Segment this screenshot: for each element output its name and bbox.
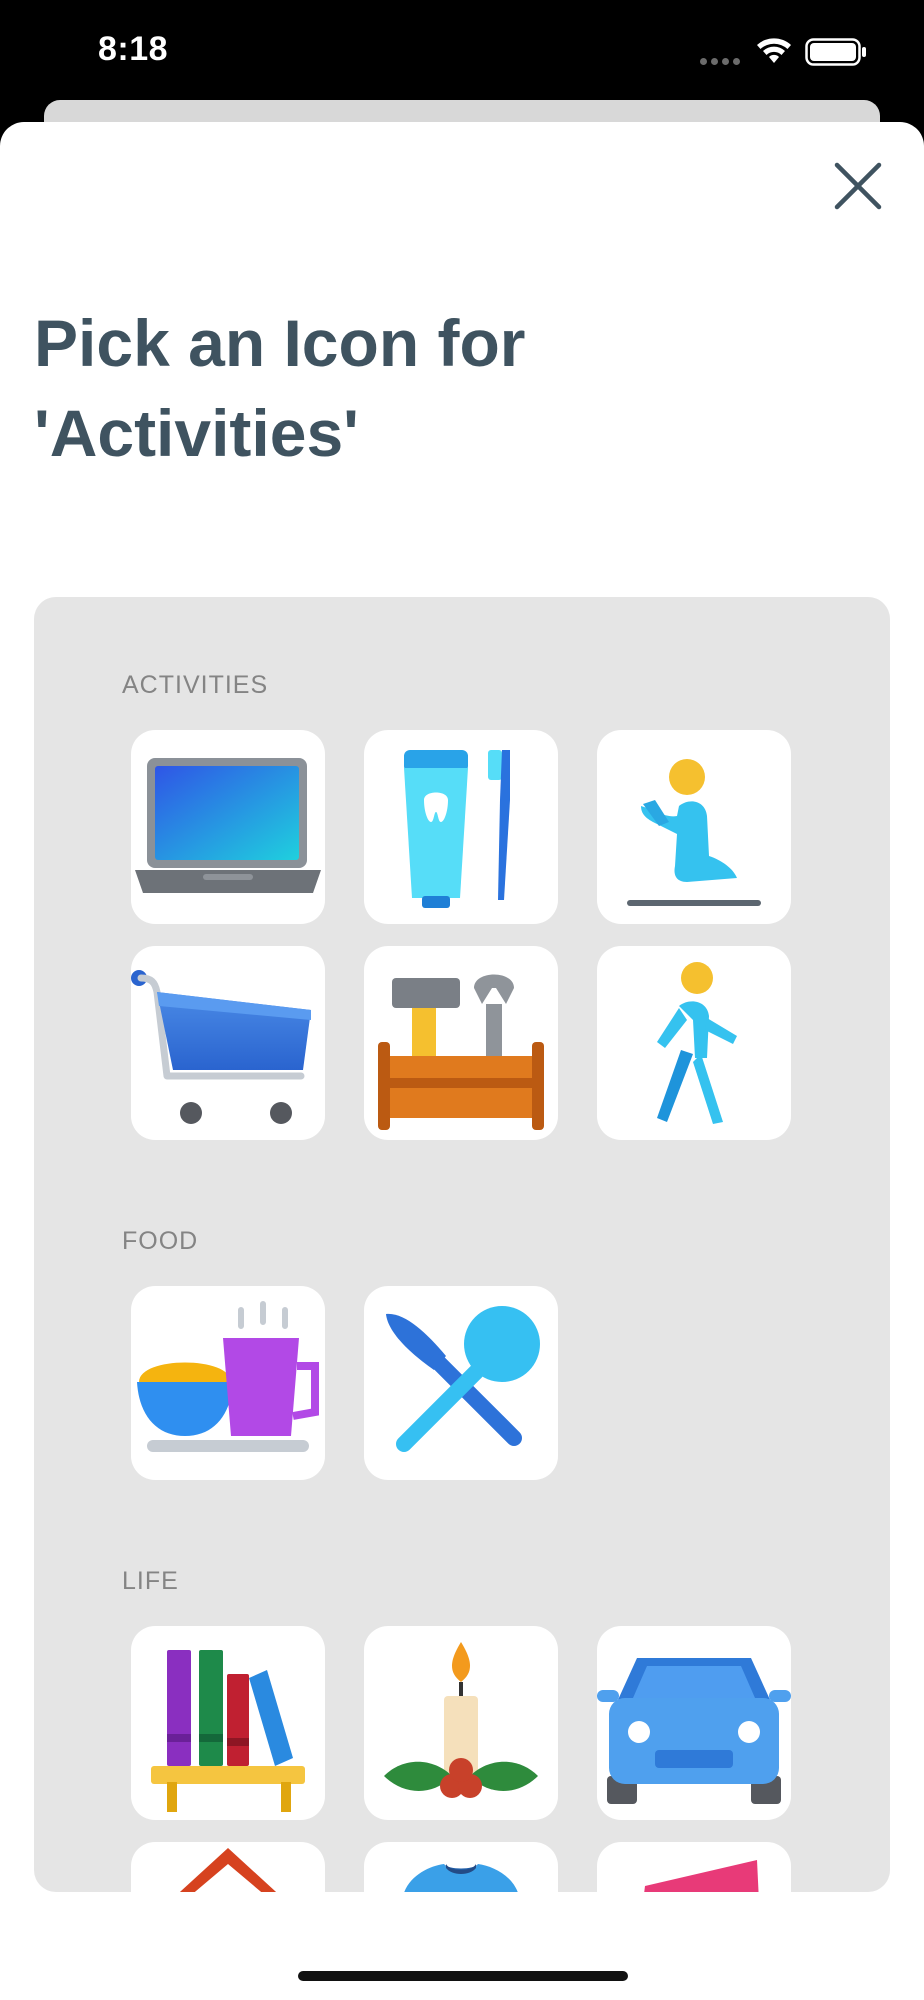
- section-label-activities: ACTIVITIES: [122, 671, 269, 699]
- icon-option-candle[interactable]: [364, 1626, 558, 1820]
- house-icon: [179, 1848, 277, 1892]
- section-label-life: LIFE: [122, 1567, 179, 1595]
- toolbox-icon: [378, 974, 544, 1130]
- icon-option-bookshelf[interactable]: [131, 1626, 325, 1820]
- icon-option-breakfast[interactable]: [131, 1286, 325, 1480]
- icon-option-house[interactable]: [131, 1842, 325, 1892]
- section-label-food: FOOD: [122, 1227, 199, 1255]
- title-line-1: Pick an Icon for: [34, 306, 526, 380]
- cellular-signal-icon: [700, 58, 742, 66]
- toothpaste-toothbrush-icon: [404, 750, 510, 908]
- tshirt-icon: [404, 1864, 518, 1892]
- walking-icon: [657, 962, 737, 1124]
- icon-option-prayer[interactable]: [597, 730, 791, 924]
- cutlery-icon: [386, 1306, 540, 1452]
- icon-option-laptop[interactable]: [131, 730, 325, 924]
- candle-icon: [384, 1642, 538, 1798]
- icon-option-shopping-cart[interactable]: [131, 946, 325, 1140]
- icon-option-toothpaste[interactable]: [364, 730, 558, 924]
- pink-icon: [644, 1860, 759, 1892]
- car-icon: [597, 1658, 791, 1804]
- icon-option-pink[interactable]: [597, 1842, 791, 1892]
- icon-option-toolbox[interactable]: [364, 946, 558, 1140]
- laptop-icon: [135, 758, 321, 893]
- status-time: 8:18: [98, 30, 169, 68]
- icon-option-tshirt[interactable]: [364, 1842, 558, 1892]
- shopping-cart-icon: [131, 970, 311, 1124]
- prayer-icon: [627, 759, 761, 906]
- status-bar: 8:18: [0, 0, 924, 100]
- page-title: Pick an Icon for 'Activities': [34, 298, 874, 478]
- icon-option-walking[interactable]: [597, 946, 791, 1140]
- icon-option-car[interactable]: [597, 1626, 791, 1820]
- bookshelf-icon: [151, 1650, 305, 1812]
- icon-grid-panel[interactable]: ACTIVITIES FOOD LIFE: [34, 597, 890, 1892]
- breakfast-icon: [137, 1301, 319, 1452]
- battery-icon: [805, 38, 866, 66]
- close-icon: [834, 162, 882, 210]
- title-line-2: 'Activities': [34, 396, 359, 470]
- close-button[interactable]: [826, 154, 890, 218]
- wifi-icon: [757, 38, 791, 63]
- home-indicator[interactable]: [298, 1971, 628, 1981]
- icon-option-cutlery[interactable]: [364, 1286, 558, 1480]
